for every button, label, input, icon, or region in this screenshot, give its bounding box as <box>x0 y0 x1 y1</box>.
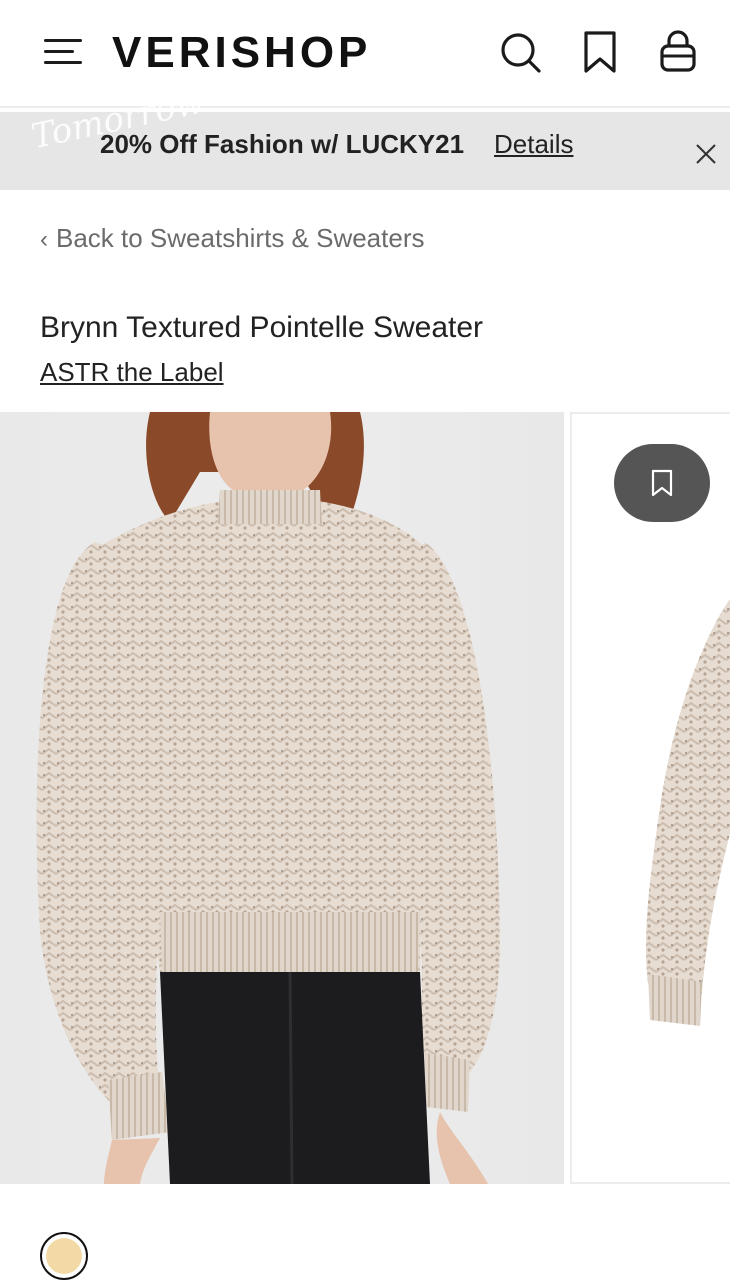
color-swatch-selected[interactable] <box>40 1232 88 1280</box>
close-icon[interactable] <box>692 140 720 168</box>
bookmark-icon <box>651 469 673 497</box>
promo-text: 20% Off Fashion w/ LUCKY21 <box>100 129 465 159</box>
promo-details-link[interactable]: Details <box>494 128 573 160</box>
sweater-flat-illustration <box>645 598 730 1026</box>
product-image-carousel[interactable] <box>0 412 730 1184</box>
wishlist-button[interactable] <box>614 444 710 522</box>
shopping-bag-icon[interactable] <box>654 28 702 76</box>
swatch-color-fill <box>46 1238 82 1274</box>
search-icon[interactable] <box>496 28 544 76</box>
product-image-main[interactable] <box>0 412 564 1184</box>
product-page: VERISHOP Tomorrow 20% Off Fashion w/ LUC… <box>0 0 730 1280</box>
product-title: Brynn Textured Pointelle Sweater <box>40 311 484 344</box>
product-image-next[interactable] <box>570 412 730 1184</box>
bookmark-icon[interactable] <box>576 28 624 76</box>
hamburger-menu-icon[interactable] <box>40 34 86 72</box>
brand-link[interactable]: ASTR the Label <box>40 356 224 388</box>
breadcrumb-label: Back to Sweatshirts & Sweaters <box>56 223 425 253</box>
color-swatch-row <box>0 1196 730 1280</box>
sweater-model-illustration <box>36 412 500 1184</box>
site-logo[interactable]: VERISHOP <box>112 26 371 80</box>
chevron-left-icon: ‹ <box>40 226 48 253</box>
site-header: VERISHOP <box>0 0 730 108</box>
breadcrumb-back-link[interactable]: ‹ Back to Sweatshirts & Sweaters <box>40 222 424 256</box>
